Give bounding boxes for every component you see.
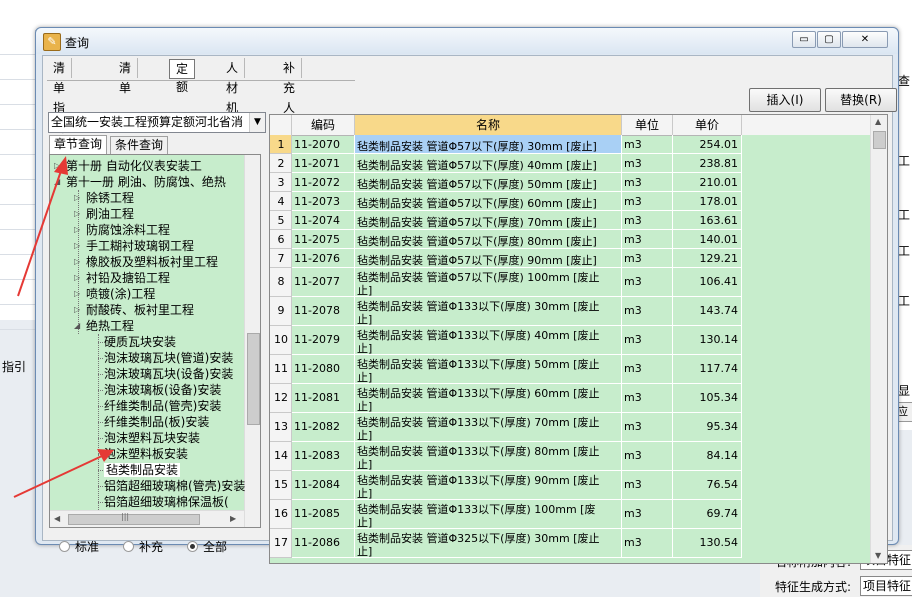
annotation-arrows <box>13 156 114 498</box>
annotation-arrow-upper <box>17 156 68 297</box>
annotation-arrow-lower <box>13 449 114 498</box>
